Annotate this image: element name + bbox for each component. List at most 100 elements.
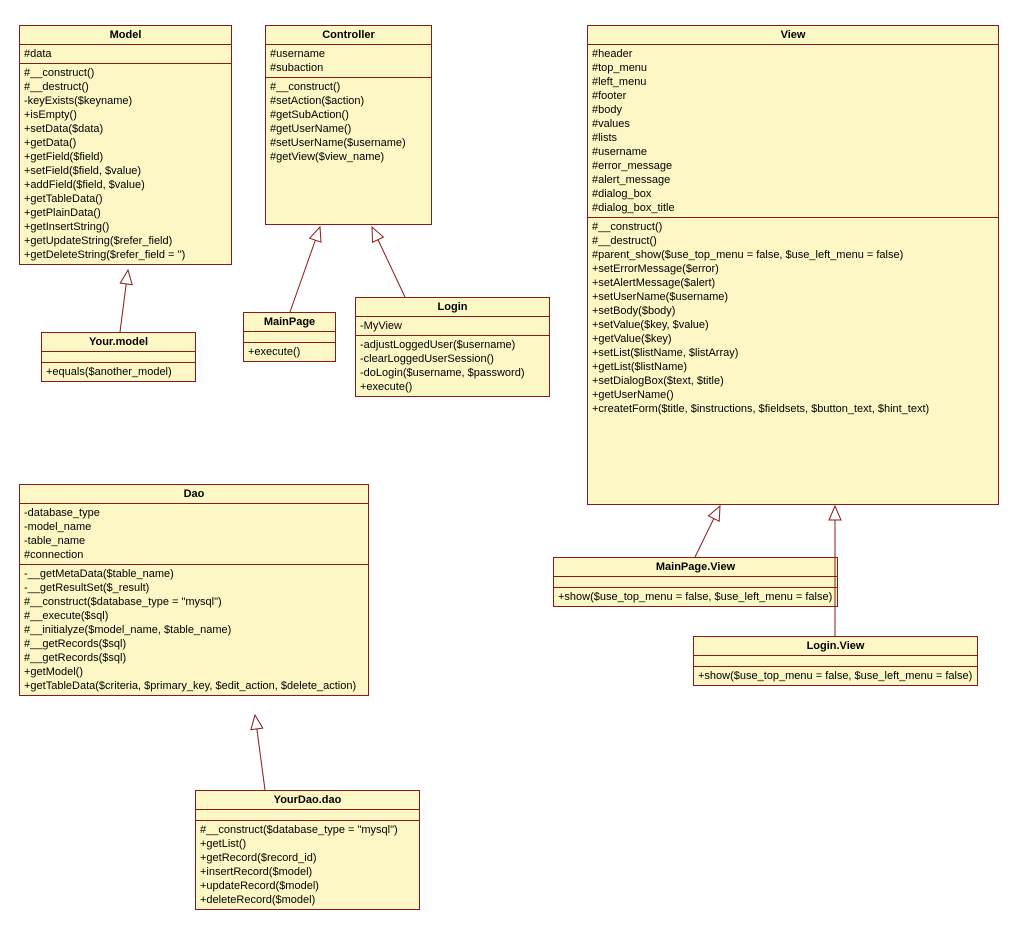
class-attrs: [694, 656, 977, 667]
member-line: +setList($listName, $listArray): [592, 346, 994, 360]
member-line: #left_menu: [592, 75, 994, 89]
class-title: YourDao.dao: [196, 791, 419, 810]
class-attrs: -MyView: [356, 317, 549, 336]
member-line: +getList(): [200, 837, 415, 851]
class-title: View: [588, 26, 998, 45]
member-line: +execute(): [248, 345, 331, 359]
member-line: +getTableData($criteria, $primary_key, $…: [24, 679, 364, 693]
member-line: +isEmpty(): [24, 108, 227, 122]
class-title: Model: [20, 26, 231, 45]
member-line: #subaction: [270, 61, 427, 75]
member-line: #connection: [24, 548, 364, 562]
class-ops: -__getMetaData($table_name)-__getResultS…: [20, 565, 368, 695]
class-title: Dao: [20, 485, 368, 504]
member-line: -__getMetaData($table_name): [24, 567, 364, 581]
member-line: +show($use_top_menu = false, $use_left_m…: [558, 590, 833, 604]
member-line: +updateRecord($model): [200, 879, 415, 893]
class-title: Your.model: [42, 333, 195, 352]
member-line: #top_menu: [592, 61, 994, 75]
member-line: +getPlainData(): [24, 206, 227, 220]
member-line: #dialog_box: [592, 187, 994, 201]
member-line: +deleteRecord($model): [200, 893, 415, 907]
class-view: View #header#top_menu#left_menu#footer#b…: [587, 25, 999, 505]
class-ops: +show($use_top_menu = false, $use_left_m…: [694, 667, 977, 685]
member-line: +equals($another_model): [46, 365, 191, 379]
member-line: -keyExists($keyname): [24, 94, 227, 108]
member-line: +getValue($key): [592, 332, 994, 346]
member-line: #getUserName(): [270, 122, 427, 136]
member-line: +getInsertString(): [24, 220, 227, 234]
member-line: +getField($field): [24, 150, 227, 164]
class-attrs: [196, 810, 419, 821]
member-line: +getList($listName): [592, 360, 994, 374]
member-line: +getTableData(): [24, 192, 227, 206]
class-controller: Controller #username#subaction #__constr…: [265, 25, 432, 225]
member-line: +getUserName(): [592, 388, 994, 402]
member-line: #username: [592, 145, 994, 159]
class-title: Login.View: [694, 637, 977, 656]
member-line: -MyView: [360, 319, 545, 333]
member-line: +addField($field, $value): [24, 178, 227, 192]
class-ops: +execute(): [244, 343, 335, 361]
class-ops: #__construct()#setAction($action)#getSub…: [266, 78, 431, 166]
member-line: +getDeleteString($refer_field = ''): [24, 248, 227, 262]
member-line: +setValue($key, $value): [592, 318, 994, 332]
class-title: MainPage.View: [554, 558, 837, 577]
member-line: -table_name: [24, 534, 364, 548]
member-line: +getRecord($record_id): [200, 851, 415, 865]
class-mainpage-view: MainPage.View +show($use_top_menu = fals…: [553, 557, 838, 607]
member-line: -adjustLoggedUser($username): [360, 338, 545, 352]
member-line: #__destruct(): [24, 80, 227, 94]
class-attrs: -database_type-model_name-table_name#con…: [20, 504, 368, 565]
class-attrs: #data: [20, 45, 231, 64]
class-mainpage: MainPage +execute(): [243, 312, 336, 362]
class-ops: -adjustLoggedUser($username)-clearLogged…: [356, 336, 549, 396]
member-line: #username: [270, 47, 427, 61]
member-line: #__construct($database_type = "mysql"): [200, 823, 415, 837]
member-line: #setAction($action): [270, 94, 427, 108]
member-line: -model_name: [24, 520, 364, 534]
member-line: -__getResultSet($_result): [24, 581, 364, 595]
member-line: #__destruct(): [592, 234, 994, 248]
member-line: #header: [592, 47, 994, 61]
member-line: +setBody($body): [592, 304, 994, 318]
member-line: +setUserName($username): [592, 290, 994, 304]
member-line: #__execute($sql): [24, 609, 364, 623]
member-line: #values: [592, 117, 994, 131]
member-line: +setAlertMessage($alert): [592, 276, 994, 290]
class-title: Login: [356, 298, 549, 317]
class-attrs: [554, 577, 837, 588]
member-line: -doLogin($username, $password): [360, 366, 545, 380]
member-line: -clearLoggedUserSession(): [360, 352, 545, 366]
class-dao: Dao -database_type-model_name-table_name…: [19, 484, 369, 696]
member-line: #dialog_box_title: [592, 201, 994, 215]
class-model: Model #data #__construct()#__destruct()-…: [19, 25, 232, 265]
member-line: #__construct(): [592, 220, 994, 234]
member-line: #body: [592, 103, 994, 117]
member-line: +getUpdateString($refer_field): [24, 234, 227, 248]
member-line: #__getRecords($sql): [24, 637, 364, 651]
class-attrs: #header#top_menu#left_menu#footer#body#v…: [588, 45, 998, 218]
member-line: #setUserName($username): [270, 136, 427, 150]
member-line: +setDialogBox($text, $title): [592, 374, 994, 388]
class-title: MainPage: [244, 313, 335, 332]
class-attrs: [244, 332, 335, 343]
class-attrs: [42, 352, 195, 363]
member-line: #data: [24, 47, 227, 61]
member-line: #__construct(): [24, 66, 227, 80]
class-your-model: Your.model +equals($another_model): [41, 332, 196, 382]
member-line: #getSubAction(): [270, 108, 427, 122]
member-line: #__construct($database_type = "mysql"): [24, 595, 364, 609]
member-line: +setField($field, $value): [24, 164, 227, 178]
class-ops: #__construct()#__destruct()-keyExists($k…: [20, 64, 231, 264]
member-line: +createtForm($title, $instructions, $fie…: [592, 402, 994, 416]
member-line: #parent_show($use_top_menu = false, $use…: [592, 248, 994, 262]
member-line: -database_type: [24, 506, 364, 520]
class-login: Login -MyView -adjustLoggedUser($usernam…: [355, 297, 550, 397]
member-line: +setErrorMessage($error): [592, 262, 994, 276]
member-line: #footer: [592, 89, 994, 103]
class-yourdao: YourDao.dao #__construct($database_type …: [195, 790, 420, 910]
member-line: +getData(): [24, 136, 227, 150]
member-line: +show($use_top_menu = false, $use_left_m…: [698, 669, 973, 683]
member-line: #alert_message: [592, 173, 994, 187]
